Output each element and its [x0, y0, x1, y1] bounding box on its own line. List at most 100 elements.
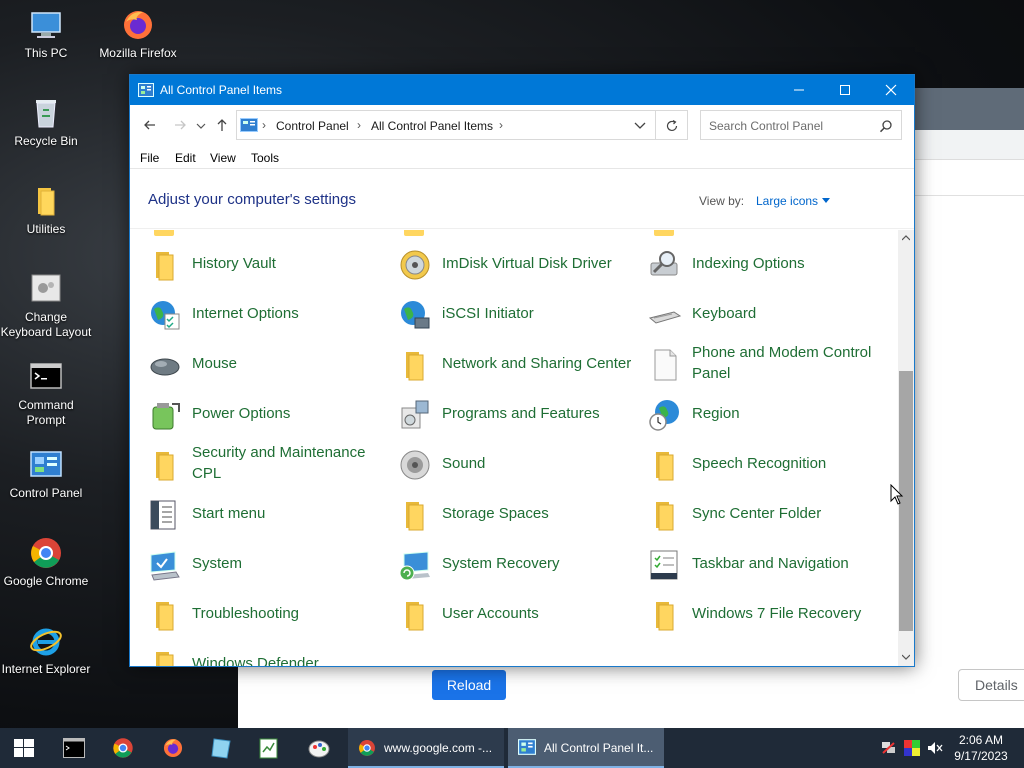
desktop-icon-command-prompt[interactable]: Command Prompt — [0, 360, 92, 428]
control-panel-item[interactable]: iSCSI Initiator — [380, 288, 620, 338]
item-label: Mouse — [192, 354, 238, 372]
menu-tools[interactable]: Tools — [251, 151, 279, 165]
desktop-icon-change-keyboard-layout[interactable]: Change Keyboard Layout — [0, 272, 92, 340]
control-panel-item[interactable]: Sound — [380, 438, 620, 488]
control-panel-item[interactable]: Sync Center Folder — [630, 488, 870, 538]
item-label: Internet Options — [192, 304, 299, 322]
taskbar-notepad[interactable] — [198, 728, 244, 768]
folder-icon — [656, 602, 674, 631]
control-panel-item[interactable]: Internet Options — [130, 288, 370, 338]
taskbar-chrome[interactable] — [100, 728, 146, 768]
close-icon — [885, 84, 897, 96]
scroll-down-icon[interactable] — [902, 654, 910, 660]
tray-network[interactable] — [880, 728, 898, 768]
item-label: Indexing Options — [692, 254, 805, 272]
taskbar-task-control-panel[interactable]: All Control Panel It... — [508, 728, 664, 768]
taskbar-task-chrome[interactable]: www.google.com -... — [348, 728, 504, 768]
control-panel-item[interactable]: System — [130, 538, 370, 588]
scroll-up-icon[interactable] — [902, 235, 910, 241]
reload-button[interactable]: Reload — [432, 670, 506, 700]
item-label: Troubleshooting — [192, 604, 300, 622]
menu-view[interactable]: View — [210, 151, 236, 165]
control-panel-item[interactable]: Taskbar and Navigation — [630, 538, 870, 588]
control-panel-item[interactable]: Phone and Modem Control Panel — [630, 338, 871, 388]
menu-edit[interactable]: Edit — [175, 151, 196, 165]
system-icon — [150, 551, 180, 581]
menu-file[interactable]: File — [140, 151, 159, 165]
desktop-icon-google-chrome[interactable]: Google Chrome — [0, 536, 92, 589]
desktop-icon-control-panel[interactable]: Control Panel — [0, 448, 92, 501]
control-panel-item[interactable]: Region — [630, 388, 870, 438]
control-panel-item[interactable]: History Vault — [130, 238, 370, 288]
start-button[interactable] — [0, 728, 48, 768]
control-panel-item[interactable]: ImDisk Virtual Disk Driver — [380, 238, 620, 288]
up-button[interactable] — [212, 115, 232, 135]
item-label: History Vault — [192, 254, 276, 272]
desktop-icon-this-pc[interactable]: This PC — [0, 8, 92, 61]
item-label: Sync Center Folder — [692, 504, 822, 522]
folder-icon — [156, 452, 174, 481]
control-panel-item[interactable]: Troubleshooting — [130, 588, 370, 638]
back-button[interactable] — [140, 115, 160, 135]
content-header: Adjust your computer's settings View by:… — [130, 169, 914, 229]
forward-button[interactable] — [170, 115, 190, 135]
control-panel-item[interactable]: Mouse — [130, 338, 370, 388]
control-panel-item[interactable]: Windows Defender — [130, 638, 370, 666]
control-panel-item[interactable]: Speech Recognition — [630, 438, 870, 488]
task-label: www.google.com -... — [384, 741, 493, 755]
desktop-icon-recycle-bin[interactable]: Recycle Bin — [0, 96, 92, 149]
breadcrumb-all-items[interactable]: All Control Panel Items — [371, 119, 493, 133]
items-view: History Vault ImDisk Virtual Disk Driver I… — [130, 230, 898, 666]
control-panel-item[interactable]: Programs and Features — [380, 388, 620, 438]
control-panel-icon — [518, 739, 536, 755]
desktop-icon-firefox[interactable]: Mozilla Firefox — [92, 8, 184, 61]
caret-down-icon[interactable] — [822, 198, 830, 203]
control-panel-item[interactable]: Windows 7 File Recovery — [630, 588, 870, 638]
details-button[interactable]: Details — [958, 669, 1024, 701]
taskbar-cmd[interactable] — [52, 728, 96, 768]
taskbar-firefox[interactable] — [150, 728, 196, 768]
desktop-icon-utilities[interactable]: Utilities — [0, 184, 92, 237]
control-panel-item[interactable]: Keyboard — [630, 288, 870, 338]
taskbar-icon — [650, 550, 678, 580]
chrome-icon — [113, 738, 133, 758]
address-bar[interactable]: › Control Panel › All Control Panel Item… — [236, 110, 656, 140]
desktop-icon-label: Google Chrome — [3, 574, 89, 588]
taskbar-editor[interactable] — [246, 728, 292, 768]
control-panel-item[interactable]: System Recovery — [380, 538, 620, 588]
cmd-icon — [30, 363, 62, 389]
system-clock[interactable]: 2:06 AM 9/17/2023 — [946, 732, 1016, 764]
maximize-icon — [840, 85, 850, 95]
vertical-scrollbar[interactable] — [898, 230, 914, 666]
color-display-icon — [904, 740, 920, 756]
search-input[interactable]: Search Control Panel — [700, 110, 902, 140]
chrome-icon — [359, 740, 375, 756]
chevron-down-icon[interactable] — [633, 120, 647, 132]
view-by-label: View by: — [699, 194, 745, 208]
windows-logo-icon — [14, 739, 34, 757]
close-button[interactable] — [868, 75, 914, 105]
desktop-icon-internet-explorer[interactable]: Internet Explorer — [0, 624, 92, 677]
item-label: Sound — [442, 454, 486, 472]
minimize-button[interactable] — [776, 75, 822, 105]
control-panel-item[interactable]: Start menu — [130, 488, 370, 538]
control-panel-item[interactable]: Storage Spaces — [380, 488, 620, 538]
page-title: Adjust your computer's settings — [148, 191, 356, 208]
notepad-icon — [211, 738, 231, 759]
refresh-button[interactable] — [656, 110, 688, 140]
control-panel-item[interactable]: User Accounts — [380, 588, 620, 638]
control-panel-item[interactable]: Security and Maintenance CPL — [130, 438, 370, 488]
keyboard-layout-icon — [31, 274, 61, 302]
control-panel-item[interactable]: Indexing Options — [630, 238, 870, 288]
breadcrumb-control-panel[interactable]: Control Panel — [276, 119, 349, 133]
control-panel-item[interactable]: Power Options — [130, 388, 370, 438]
tray-volume[interactable] — [926, 728, 944, 768]
recent-locations-button[interactable] — [194, 115, 208, 135]
taskbar-paint[interactable] — [296, 728, 342, 768]
view-by-dropdown[interactable]: Large icons — [756, 194, 818, 208]
start-menu-icon — [150, 500, 176, 530]
maximize-button[interactable] — [822, 75, 868, 105]
window-titlebar[interactable]: All Control Panel Items — [130, 75, 914, 105]
tray-display[interactable] — [902, 728, 922, 768]
control-panel-item[interactable]: Network and Sharing Center — [380, 338, 631, 388]
